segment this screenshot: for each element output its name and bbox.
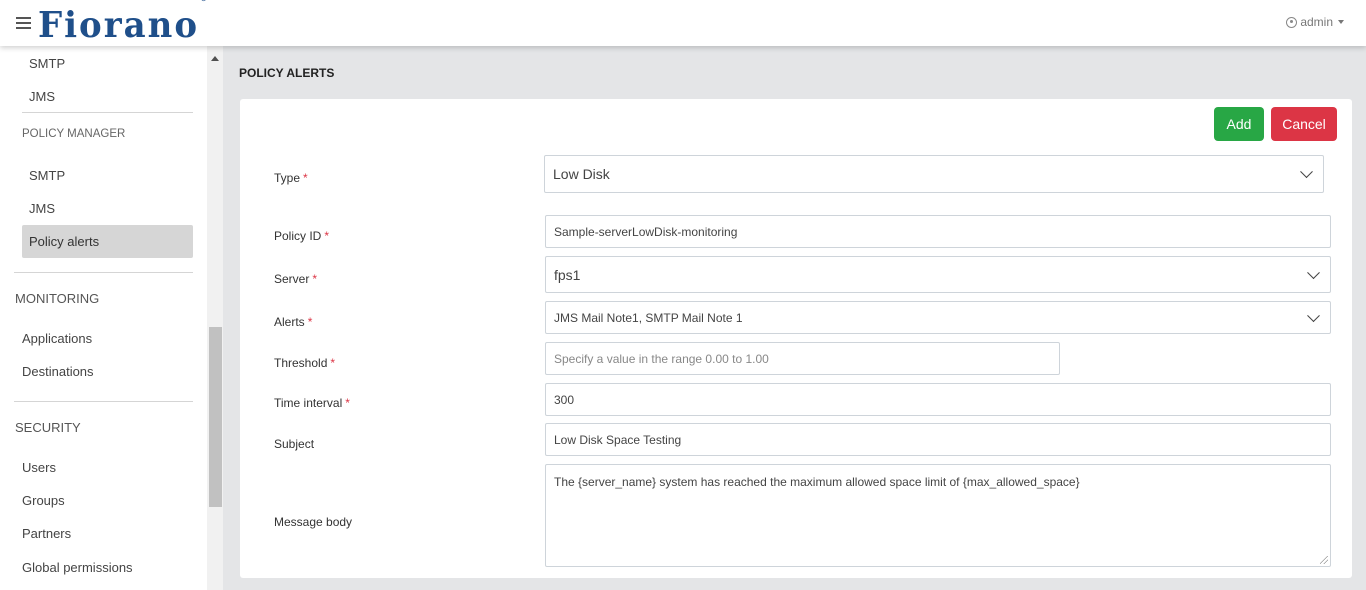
server-select[interactable]: fps1 <box>545 256 1331 293</box>
server-label-text: Server <box>274 272 310 286</box>
alerts-label-text: Alerts <box>274 315 305 329</box>
chevron-down-icon <box>1307 265 1320 279</box>
sidebar-item-applications[interactable]: Applications <box>22 331 92 346</box>
subject-label: Subject <box>274 437 314 451</box>
user-circle-icon <box>1286 16 1298 28</box>
sidebar-item-groups[interactable]: Groups <box>22 493 65 508</box>
subject-label-text: Subject <box>274 437 315 451</box>
threshold-label-text: Threshold <box>274 356 328 370</box>
threshold-placeholder: Specify a value in the range 0.00 to 1.0… <box>554 351 769 366</box>
sidebar-item-partners[interactable]: Partners <box>22 526 71 541</box>
policy-id-label: Policy ID * <box>274 229 329 243</box>
sidebar-scrollbar[interactable] <box>207 46 223 590</box>
time-interval-label-text: Time interval <box>274 396 343 410</box>
chevron-down-icon <box>1307 308 1320 322</box>
registered-mark: ® <box>200 0 207 3</box>
required-marker: * <box>303 171 308 185</box>
threshold-input[interactable]: Specify a value in the range 0.00 to 1.0… <box>545 342 1060 375</box>
sidebar-divider <box>14 401 193 402</box>
message-body-label: Message body <box>274 515 352 529</box>
sidebar-divider <box>14 272 193 273</box>
subject-input[interactable]: Low Disk Space Testing <box>545 423 1331 456</box>
add-button[interactable]: Add <box>1214 107 1264 141</box>
sidebar-scroll-thumb[interactable] <box>209 327 222 507</box>
hamburger-menu-icon[interactable] <box>16 17 31 29</box>
alerts-select-value: JMS Mail Note1, SMTP Mail Note 1 <box>554 310 743 325</box>
policy-manager-heading: POLICY MANAGER <box>22 128 126 140</box>
time-interval-input[interactable]: 300 <box>545 383 1331 416</box>
fiorano-logo[interactable]: Fiorano® <box>38 0 207 47</box>
user-name: admin <box>1300 15 1333 29</box>
sidebar-item-users[interactable]: Users <box>22 460 56 475</box>
required-marker: * <box>312 272 318 286</box>
policy-alert-form: Add Cancel Type * Low Disk Policy ID * Sam… <box>240 99 1352 578</box>
sidebar-divider <box>22 112 193 113</box>
message-body-label-text: Message body <box>274 515 353 529</box>
server-select-value: fps1 <box>554 266 581 283</box>
sidebar-item-jms-top[interactable]: JMS <box>29 89 55 104</box>
message-body-value: The {server_name} system has reached the… <box>554 475 1080 489</box>
required-marker: * <box>330 356 336 370</box>
message-body-textarea[interactable]: The {server_name} system has reached the… <box>545 464 1331 567</box>
type-label: Type * <box>274 171 308 185</box>
type-select[interactable]: Low Disk <box>544 155 1324 193</box>
resize-handle-icon[interactable] <box>1320 556 1328 564</box>
cancel-button[interactable]: Cancel <box>1271 107 1337 141</box>
time-interval-value: 300 <box>554 392 575 407</box>
sidebar-item-smtp-top[interactable]: SMTP <box>29 56 65 71</box>
time-interval-label: Time interval * <box>274 396 350 410</box>
logo-text: Fiorano <box>38 4 200 47</box>
required-marker: * <box>324 229 330 243</box>
security-heading: SECURITY <box>15 420 81 435</box>
type-label-text: Type <box>274 171 301 185</box>
monitoring-heading: MONITORING <box>15 291 100 306</box>
page-title: POLICY ALERTS <box>239 66 335 80</box>
sidebar-item-policy-alerts[interactable]: Policy alerts <box>22 225 193 258</box>
top-bar: Fiorano® admin <box>0 0 1366 46</box>
alerts-label: Alerts * <box>274 315 312 329</box>
sidebar-item-global-permissions[interactable]: Global permissions <box>22 560 133 575</box>
sidebar-item-policy-jms[interactable]: JMS <box>29 201 55 216</box>
chevron-down-icon <box>1300 165 1313 179</box>
policy-id-input[interactable]: Sample-serverLowDisk-monitoring <box>545 215 1331 248</box>
sidebar-item-destinations[interactable]: Destinations <box>22 364 94 379</box>
sidebar-item-policy-smtp[interactable]: SMTP <box>29 168 65 183</box>
policy-id-value: Sample-serverLowDisk-monitoring <box>554 224 738 239</box>
caret-down-icon <box>1338 20 1344 24</box>
required-marker: * <box>345 396 350 410</box>
type-select-value: Low Disk <box>553 166 610 182</box>
subject-value: Low Disk Space Testing <box>554 432 682 447</box>
policy-id-label-text: Policy ID <box>274 229 322 243</box>
sidebar-item-label: Policy alerts <box>29 234 100 249</box>
alerts-select[interactable]: JMS Mail Note1, SMTP Mail Note 1 <box>545 301 1331 334</box>
server-label: Server * <box>274 272 317 286</box>
required-marker: * <box>307 315 313 329</box>
threshold-label: Threshold * <box>274 356 335 370</box>
user-menu[interactable]: admin <box>1286 15 1344 29</box>
sidebar: SMTP JMS POLICY MANAGER SMTP JMS Policy … <box>0 46 207 590</box>
scroll-up-arrow-icon[interactable] <box>211 56 219 61</box>
